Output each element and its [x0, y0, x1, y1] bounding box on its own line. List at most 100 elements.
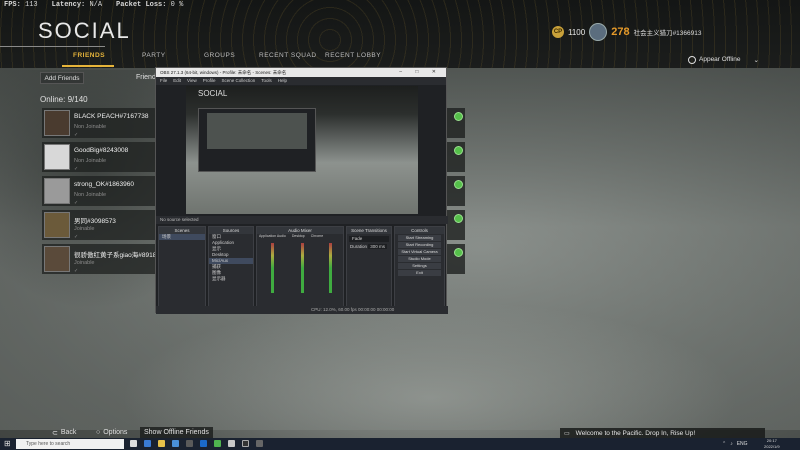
- clock-date: 2022/1/9: [764, 444, 780, 449]
- obs-menubar: File Edit View Profile Scene Collection …: [156, 77, 446, 85]
- start-recording-button[interactable]: Start Recording: [398, 242, 441, 248]
- tab-friends[interactable]: FRIENDS: [73, 52, 105, 59]
- app-icon[interactable]: [214, 440, 221, 447]
- title-divider: [0, 46, 105, 47]
- task-view-icon[interactable]: [130, 440, 137, 447]
- options-label: Options: [103, 429, 128, 436]
- obs-preview[interactable]: SOCIAL: [186, 86, 418, 214]
- tab-recent-lobby[interactable]: RECENT LOBBY: [325, 52, 381, 59]
- menu-help[interactable]: Help: [278, 77, 287, 85]
- preview-nested-obs: [198, 108, 316, 172]
- menu-profile[interactable]: Profile: [203, 77, 216, 85]
- obs-source-status: No source selected: [156, 216, 448, 224]
- appear-offline-label: Appear Offline: [699, 56, 741, 63]
- volume-meter[interactable]: [329, 243, 332, 293]
- friend-name: strong_OK#1863960: [74, 181, 134, 188]
- obs-window[interactable]: OBS 27.1.3 (64-bit, windows) - Profile: …: [155, 67, 448, 314]
- show-offline-label: Show Offline Friends: [144, 429, 209, 436]
- windows-start-icon[interactable]: ⊞: [4, 440, 11, 448]
- obs-taskbar-icon[interactable]: [242, 440, 249, 447]
- online-status-icon: [454, 214, 463, 223]
- options-button[interactable]: ○ Options: [92, 427, 131, 438]
- tab-party[interactable]: PARTY: [142, 52, 166, 59]
- start-virtual-camera-button[interactable]: Start Virtual Camera: [398, 249, 441, 255]
- friend-status: Joinable: [74, 226, 95, 232]
- checkmark-icon: ✓: [74, 268, 79, 274]
- tray-arrow-icon[interactable]: ⌃: [722, 439, 726, 449]
- preview-capture: SOCIAL: [186, 86, 418, 214]
- show-offline-friends-button[interactable]: Show Offline Friends: [140, 427, 213, 438]
- appear-offline-dropdown[interactable]: Appear Offline ⌄: [688, 53, 760, 66]
- store-icon[interactable]: [172, 440, 179, 447]
- online-status-icon: [454, 248, 463, 257]
- fps-value: 113: [25, 1, 38, 9]
- scene-item[interactable]: 场景: [159, 234, 205, 240]
- menu-file[interactable]: File: [160, 77, 167, 85]
- taskbar: ⊞ Type here to search ⌃ ♪ ENG 20:17 2022…: [0, 438, 800, 450]
- friend-row[interactable]: GoodBig#8243008 Non Joinable ✓: [42, 142, 155, 172]
- mixer-channel-label: Desktop: [291, 234, 305, 238]
- exit-button[interactable]: Exit: [398, 270, 441, 276]
- friend-row[interactable]: strong_OK#1863960 Non Joinable ✓: [42, 176, 155, 206]
- friend-status: Non Joinable: [74, 158, 107, 164]
- source-item[interactable]: 显示器: [209, 276, 253, 282]
- avatar: [44, 246, 70, 272]
- file-explorer-icon[interactable]: [158, 440, 165, 447]
- friend-status: Non Joinable: [74, 124, 107, 130]
- volume-meter[interactable]: [301, 243, 304, 293]
- back-key-icon: ⊂: [52, 429, 58, 437]
- language-indicator[interactable]: ENG: [737, 439, 748, 449]
- controls-header: Controls: [395, 227, 444, 234]
- friend-row[interactable]: BLACK PEACH#7167738 Non Joinable ✓: [42, 108, 155, 138]
- transition-select[interactable]: Fade: [349, 236, 389, 242]
- chevron-down-icon: ⌄: [753, 56, 759, 64]
- tab-groups[interactable]: GROUPS: [204, 52, 235, 59]
- settings-button[interactable]: Settings: [398, 263, 441, 269]
- app-icon[interactable]: [200, 440, 207, 447]
- friend-row[interactable]: 很骄傲红黄子系giao海#8918 Joinable ✓: [42, 244, 156, 274]
- obs-window-title: OBS 27.1.3 (64-bit, windows) - Profile: …: [160, 70, 287, 75]
- cod-points-icon: CP: [552, 26, 564, 38]
- volume-icon[interactable]: ♪: [730, 439, 733, 449]
- duration-label: Duration: [350, 244, 368, 249]
- friend-row[interactable]: 男同#3098573 Joinable ✓: [42, 210, 155, 240]
- controls-dock: Controls Start Streaming Start Recording…: [394, 226, 445, 310]
- scenes-dock: Scenes 场景: [158, 226, 206, 310]
- obs-statusbar: CPU: 12.0%, 60.00 fps 00:00:00 00:00:00: [156, 306, 448, 314]
- system-tray: ⌃ ♪ ENG: [722, 439, 748, 449]
- app-icon[interactable]: [186, 440, 193, 447]
- window-controls-icon[interactable]: ‒ □ ✕: [399, 68, 442, 77]
- taskbar-search[interactable]: Type here to search: [16, 439, 124, 449]
- clock[interactable]: 20:17 2022/1/9: [764, 438, 780, 450]
- online-status-icon: [454, 180, 463, 189]
- avatar: [44, 212, 70, 238]
- sources-header: Sources: [209, 227, 253, 234]
- menu-scene-collection[interactable]: Scene Collection: [221, 77, 255, 85]
- background-road: [120, 300, 740, 440]
- latency-label: Latency:: [51, 1, 86, 9]
- menu-edit[interactable]: Edit: [173, 77, 181, 85]
- app-icon[interactable]: [228, 440, 235, 447]
- tab-recent-squad[interactable]: RECENT SQUAD: [259, 52, 317, 59]
- menu-view[interactable]: View: [187, 77, 197, 85]
- add-friends-button[interactable]: Add Friends: [40, 72, 84, 84]
- studio-mode-button[interactable]: Studio Mode: [398, 256, 441, 262]
- obs-titlebar[interactable]: OBS 27.1.3 (64-bit, windows) - Profile: …: [156, 68, 446, 77]
- rank-icon: [589, 23, 608, 41]
- player-level: 278: [611, 26, 630, 38]
- checkmark-icon: ✓: [74, 166, 79, 172]
- volume-meter[interactable]: [271, 243, 274, 293]
- scene-transitions-dock: Scene Transitions Fade Duration 300 ms: [346, 226, 392, 310]
- start-streaming-button[interactable]: Start Streaming: [398, 235, 441, 241]
- packet-loss-label: Packet Loss:: [116, 1, 167, 9]
- transitions-header: Scene Transitions: [347, 227, 391, 234]
- latency-value: N/A: [89, 1, 103, 9]
- edge-icon[interactable]: [144, 440, 151, 447]
- mixer-channel-label: Chrome: [310, 234, 324, 238]
- menu-tools[interactable]: Tools: [261, 77, 272, 85]
- duration-input[interactable]: 300 ms: [368, 244, 388, 249]
- back-button[interactable]: ⊂ Back: [48, 427, 80, 438]
- audio-mixer-header: Audio Mixer: [257, 227, 343, 234]
- page-title: SOCIAL: [38, 18, 131, 43]
- game-taskbar-icon[interactable]: [256, 440, 263, 447]
